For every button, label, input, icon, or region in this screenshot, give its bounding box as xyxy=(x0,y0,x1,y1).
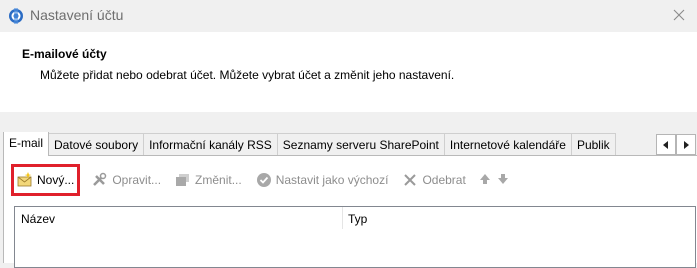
change-label: Změnit... xyxy=(195,173,242,187)
tools-icon xyxy=(92,172,108,188)
tab-internet-calendars[interactable]: Internetové kalendáře xyxy=(443,133,572,156)
accounts-list[interactable]: Název Typ xyxy=(14,206,696,268)
outlook-app-icon xyxy=(8,8,24,24)
tab-data-files[interactable]: Datové soubory xyxy=(48,133,145,156)
close-button[interactable] xyxy=(661,0,697,32)
list-header: Název Typ xyxy=(15,207,695,229)
repair-label: Opravit... xyxy=(112,173,162,187)
set-default-label: Nastavit jako výchozí xyxy=(275,173,389,187)
window-title: Nastavení účtu xyxy=(30,7,124,23)
close-icon xyxy=(673,9,685,24)
title-bar: Nastavení účtu xyxy=(0,0,697,32)
tab-rss-feeds[interactable]: Informační kanály RSS xyxy=(143,133,278,156)
move-down-button[interactable] xyxy=(494,168,512,192)
new-account-label: Nový... xyxy=(37,173,75,187)
change-button[interactable]: Změnit... xyxy=(171,168,246,192)
column-separator[interactable] xyxy=(342,207,343,229)
remove-button[interactable]: Odebrat xyxy=(398,168,469,192)
remove-label: Odebrat xyxy=(422,173,466,187)
column-header-type[interactable]: Typ xyxy=(348,212,367,226)
section-title: E-mailové účty xyxy=(22,47,107,61)
repair-button[interactable]: Opravit... xyxy=(88,168,165,192)
move-up-button[interactable] xyxy=(476,168,494,192)
new-account-button[interactable]: Nový... xyxy=(11,164,81,196)
set-default-button[interactable]: Nastavit jako výchozí xyxy=(252,168,393,192)
header-area: E-mailové účty Můžete přidat nebo odebra… xyxy=(0,32,697,112)
new-mail-icon xyxy=(17,172,33,188)
change-account-icon xyxy=(175,172,191,188)
remove-x-icon xyxy=(402,172,418,188)
tab-strip: E-mail Datové soubory Informační kanály … xyxy=(0,132,697,156)
section-description: Můžete přidat nebo odebrat účet. Můžete … xyxy=(40,68,455,82)
chevron-left-icon xyxy=(662,138,670,152)
chevron-right-icon xyxy=(682,138,690,152)
tab-sharepoint-lists[interactable]: Seznamy serveru SharePoint xyxy=(276,133,445,156)
tab-scroll-left-button[interactable] xyxy=(656,134,676,155)
tab-scroll-right-button[interactable] xyxy=(676,134,696,155)
tab-published-calendars[interactable]: Publik xyxy=(570,133,616,156)
email-tab-panel: Nový... Opravit... Změnit... Nastavit ja… xyxy=(3,155,697,268)
arrow-down-icon xyxy=(497,173,509,188)
tab-email[interactable]: E-mail xyxy=(3,132,50,156)
arrow-up-icon xyxy=(479,173,491,188)
column-header-name[interactable]: Název xyxy=(21,212,55,226)
account-toolbar: Nový... Opravit... Změnit... Nastavit ja… xyxy=(11,164,518,196)
check-circle-icon xyxy=(256,172,272,188)
